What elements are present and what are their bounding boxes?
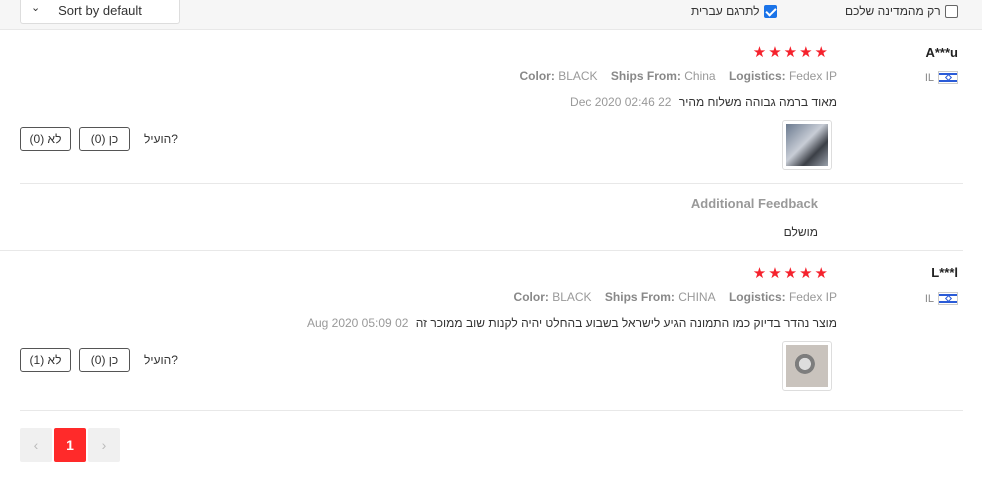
- review-photo[interactable]: [782, 341, 832, 391]
- star-icon: ★: [768, 265, 782, 282]
- review-item: L***l IL ★ ★ ★ ★ ★ Color: BLACK Ships Fr…: [20, 0, 963, 410]
- color-label: Color:: [513, 290, 549, 304]
- ships-from-label: Ships From:: [604, 290, 675, 304]
- star-icon: ★: [814, 265, 828, 282]
- star-rating: ★ ★ ★ ★ ★: [753, 266, 828, 281]
- vote-no-button[interactable]: לא (1): [20, 348, 71, 372]
- star-icon: ★: [783, 265, 798, 282]
- color-value: BLACK: [552, 290, 592, 304]
- prev-page-button[interactable]: ‹: [20, 428, 52, 462]
- star-icon: ★: [752, 265, 767, 282]
- divider: [20, 410, 963, 411]
- logistics-label: Logistics:: [728, 290, 786, 304]
- reviewer-name: L***l: [931, 265, 958, 280]
- reviewer-country: IL: [925, 292, 958, 305]
- star-icon: ★: [799, 265, 813, 282]
- pagination: ‹ 1 ›: [20, 428, 120, 462]
- next-page-button[interactable]: ›: [88, 428, 120, 462]
- helpful-label: הועיל?: [144, 353, 178, 367]
- order-attributes: Color: BLACK Ships From: CHINA Logistics…: [514, 290, 837, 304]
- page-1-button[interactable]: 1: [54, 428, 86, 462]
- review-date: 02 Aug 2020 05:09: [306, 316, 409, 330]
- review-text: מוצר נהדר בדיוק כמו התמונה הגיע לישראל ב…: [307, 316, 837, 330]
- logistics-value: Fedex IP: [788, 290, 837, 304]
- helpful-vote: לא (1) כן (0) הועיל?: [20, 348, 178, 372]
- country-code: IL: [924, 292, 934, 305]
- vote-yes-button[interactable]: כן (0): [79, 348, 130, 372]
- ships-from-value: CHINA: [678, 290, 716, 304]
- review-body: מוצר נהדר בדיוק כמו התמונה הגיע לישראל ב…: [415, 316, 837, 330]
- israel-flag-icon: [938, 292, 958, 305]
